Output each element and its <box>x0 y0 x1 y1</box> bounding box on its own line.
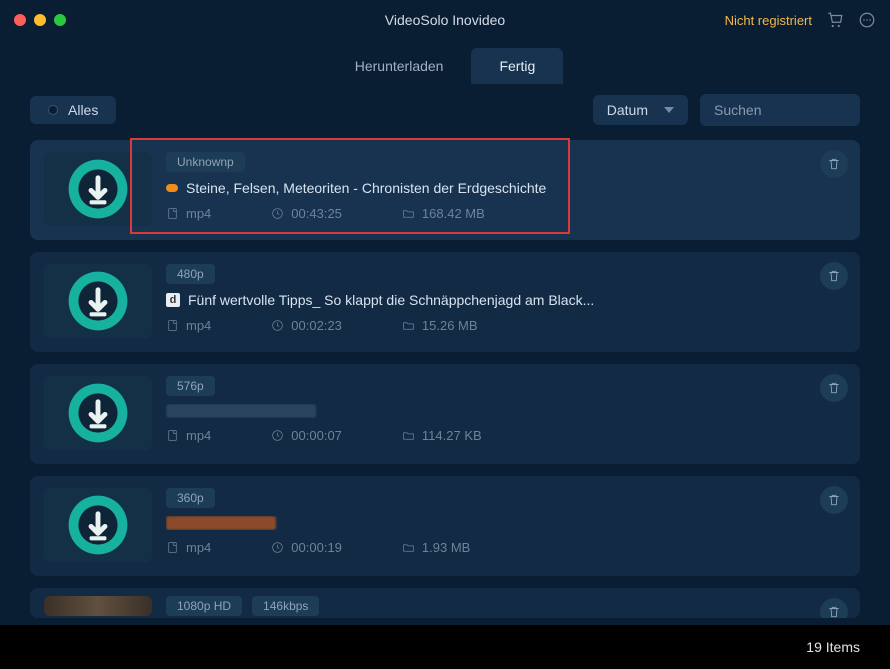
delete-button[interactable] <box>820 150 848 178</box>
close-window-button[interactable] <box>14 14 26 26</box>
item-title-line: d Fünf wertvolle Tipps_ So klappt die Sch… <box>166 292 804 308</box>
download-item[interactable]: 576p mp4 00:00:07 114.27 KB <box>30 364 860 464</box>
item-details: Unknownp Steine, Felsen, Meteoriten - Chr… <box>166 152 804 226</box>
delete-button[interactable] <box>820 262 848 290</box>
tabs: Herunterladen Fertig <box>0 40 890 84</box>
cart-icon[interactable] <box>826 11 844 29</box>
item-meta: mp4 00:00:19 1.93 MB <box>166 540 804 555</box>
chat-icon[interactable] <box>858 11 876 29</box>
thumbnail <box>44 376 152 450</box>
item-title: Steine, Felsen, Meteoriten - Chronisten … <box>186 180 546 196</box>
tab-done[interactable]: Fertig <box>471 48 563 84</box>
item-title-line <box>166 516 804 530</box>
size-meta: 168.42 MB <box>402 206 485 221</box>
download-item[interactable]: 1080p HD 146kbps <box>30 588 860 618</box>
bitrate-badge: 146kbps <box>252 596 319 616</box>
search-input[interactable] <box>700 94 860 126</box>
thumbnail <box>44 264 152 338</box>
format-meta: mp4 <box>166 540 211 555</box>
delete-button[interactable] <box>820 598 848 618</box>
item-title-line: Steine, Felsen, Meteoriten - Chronisten … <box>166 180 804 196</box>
download-item[interactable]: 360p mp4 00:00:19 1.93 MB <box>30 476 860 576</box>
source-icon: d <box>166 293 180 307</box>
format-meta: mp4 <box>166 206 211 221</box>
quality-badge: 1080p HD <box>166 596 242 616</box>
source-icon <box>166 184 178 192</box>
delete-button[interactable] <box>820 374 848 402</box>
quality-badge: 360p <box>166 488 215 508</box>
duration-meta: 00:02:23 <box>271 318 342 333</box>
item-count: 19 Items <box>806 639 860 655</box>
filter-all-label: Alles <box>68 102 98 118</box>
size-meta: 15.26 MB <box>402 318 478 333</box>
delete-button[interactable] <box>820 486 848 514</box>
titlebar: VideoSolo Inovideo Nicht registriert <box>0 0 890 40</box>
item-title-blurred <box>166 404 316 418</box>
minimize-window-button[interactable] <box>34 14 46 26</box>
not-registered-label[interactable]: Nicht registriert <box>725 13 812 28</box>
item-details: 1080p HD 146kbps <box>166 596 804 618</box>
sort-label: Datum <box>607 102 648 118</box>
item-title-blurred <box>166 516 276 530</box>
footer-bar: 19 Items <box>0 625 890 669</box>
radio-dot-icon <box>48 105 58 115</box>
item-meta: mp4 00:43:25 168.42 MB <box>166 206 804 221</box>
duration-meta: 00:43:25 <box>271 206 342 221</box>
thumbnail <box>44 152 152 226</box>
header-right: Nicht registriert <box>725 11 876 29</box>
window-title: VideoSolo Inovideo <box>385 12 505 28</box>
thumbnail <box>44 596 152 616</box>
item-meta: mp4 00:02:23 15.26 MB <box>166 318 804 333</box>
quality-badge: Unknownp <box>166 152 245 172</box>
sort-dropdown[interactable]: Datum <box>593 95 688 125</box>
item-title-line <box>166 404 804 418</box>
quality-badge: 576p <box>166 376 215 396</box>
duration-meta: 00:00:19 <box>271 540 342 555</box>
maximize-window-button[interactable] <box>54 14 66 26</box>
format-meta: mp4 <box>166 428 211 443</box>
tab-download[interactable]: Herunterladen <box>327 48 472 84</box>
item-details: 480p d Fünf wertvolle Tipps_ So klappt die… <box>166 264 804 338</box>
item-meta: mp4 00:00:07 114.27 KB <box>166 428 804 443</box>
chevron-down-icon <box>664 107 674 113</box>
duration-meta: 00:00:07 <box>271 428 342 443</box>
download-item[interactable]: 480p d Fünf wertvolle Tipps_ So klappt die… <box>30 252 860 352</box>
traffic-lights <box>14 14 66 26</box>
quality-badge: 480p <box>166 264 215 284</box>
item-title: Fünf wertvolle Tipps_ So klappt die Schn… <box>188 292 594 308</box>
size-meta: 114.27 KB <box>402 428 482 443</box>
download-item[interactable]: Unknownp Steine, Felsen, Meteoriten - Chr… <box>30 140 860 240</box>
downloads-list: Unknownp Steine, Felsen, Meteoriten - Chr… <box>0 136 890 618</box>
item-details: 360p mp4 00:00:19 1.93 MB <box>166 488 804 562</box>
thumbnail <box>44 488 152 562</box>
size-meta: 1.93 MB <box>402 540 470 555</box>
toolbar: Alles Datum <box>0 84 890 136</box>
filter-all-button[interactable]: Alles <box>30 96 116 124</box>
format-meta: mp4 <box>166 318 211 333</box>
item-details: 576p mp4 00:00:07 114.27 KB <box>166 376 804 450</box>
